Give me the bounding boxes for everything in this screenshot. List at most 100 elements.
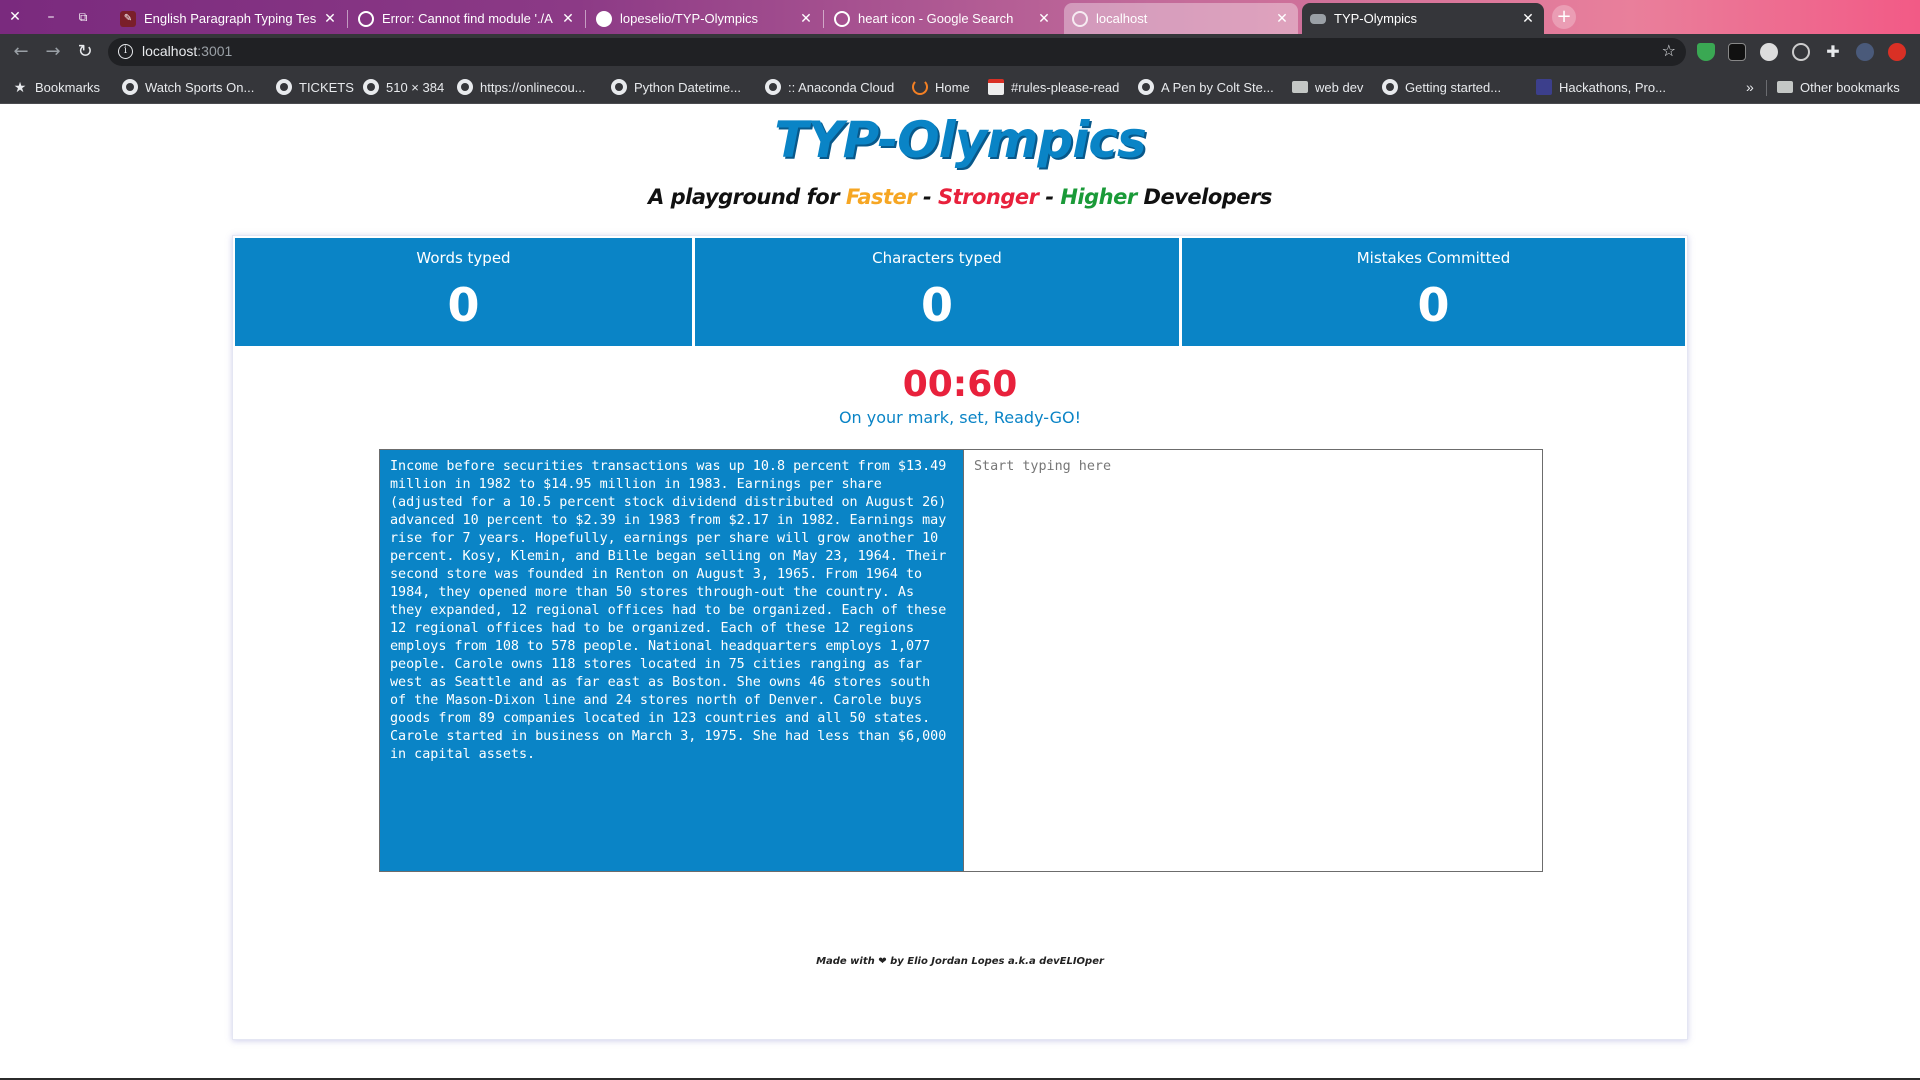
stats-row: Words typed 0 Characters typed 0 Mistake…	[235, 238, 1685, 346]
tab-close-icon[interactable]: ✕	[1520, 11, 1536, 27]
terminal-extension-icon[interactable]	[1728, 43, 1746, 61]
site-info-icon[interactable]: i	[118, 44, 133, 59]
target-extension-icon[interactable]	[1792, 43, 1810, 61]
tab-close-icon[interactable]: ✕	[560, 11, 576, 27]
browser-tab[interactable]: Error: Cannot find module './A ✕	[350, 3, 584, 34]
new-tab-plus-icon[interactable]: +	[1552, 5, 1576, 29]
stat-words-typed: Words typed 0	[235, 238, 692, 346]
tab-close-icon[interactable]: ✕	[798, 11, 814, 27]
bookmark-item[interactable]: ★ Bookmarks	[12, 78, 100, 96]
stat-mistakes-committed: Mistakes Committed 0	[1182, 238, 1685, 346]
bookmark-item[interactable]: web dev	[1292, 78, 1363, 96]
tab-title: TYP-Olympics	[1334, 11, 1418, 26]
bookmark-item[interactable]: Home	[912, 78, 970, 96]
puzzle-extensions-icon[interactable]: ✚	[1824, 43, 1842, 61]
tab-title: heart icon - Google Search	[858, 11, 1014, 26]
bookmark-item[interactable]: https://onlinecou...	[457, 78, 586, 96]
typing-input[interactable]	[963, 450, 1542, 871]
shield-extension-icon[interactable]	[1697, 43, 1715, 61]
app-title: TYP-Olympics	[774, 111, 1147, 169]
tab-close-icon[interactable]: ✕	[322, 11, 338, 27]
typ-favicon-icon	[1310, 13, 1326, 24]
tagline-suffix: Developers	[1136, 185, 1273, 209]
globe-icon	[1382, 79, 1398, 95]
source-paragraph: Income before securities transactions wa…	[380, 450, 963, 871]
bookmark-label: Watch Sports On...	[145, 79, 255, 95]
typing-card: Words typed 0 Characters typed 0 Mistake…	[232, 235, 1688, 1040]
bookmark-label: Python Datetime...	[634, 79, 741, 95]
stat-label: Words typed	[416, 249, 511, 267]
browser-toolbar: ← → ↻ i localhost:3001 ☆ ✚	[0, 34, 1920, 70]
bookmark-label: #rules-please-read	[1011, 79, 1120, 95]
tagline-higher: Higher	[1060, 185, 1137, 209]
window-minimize-icon[interactable]: –	[40, 6, 62, 28]
bookmarks-overflow-chevron-icon[interactable]: »	[1746, 78, 1754, 96]
bookmark-item[interactable]: A Pen by Colt Ste...	[1138, 78, 1274, 96]
other-bookmarks[interactable]: Other bookmarks	[1777, 78, 1900, 96]
url-host: localhost	[142, 43, 198, 59]
footer-suffix: by Elio Jordan Lopes a.k.a devELIOper	[886, 956, 1104, 967]
tagline: A playground for Faster - Stronger - Hig…	[0, 185, 1920, 209]
url-port: :3001	[197, 43, 233, 59]
footer-credit: Made with ❤ by Elio Jordan Lopes a.k.a d…	[0, 956, 1920, 967]
square-icon	[1536, 79, 1552, 95]
browser-tab[interactable]: heart icon - Google Search ✕	[826, 3, 1060, 34]
window-restore-icon[interactable]: ⧉	[72, 6, 94, 28]
circle-extension-icon[interactable]	[1760, 43, 1778, 61]
google-favicon-icon	[834, 10, 850, 27]
update-icon[interactable]	[1888, 43, 1906, 61]
browser-tab[interactable]: lopeselio/TYP-Olympics ✕	[588, 3, 822, 34]
browser-tab[interactable]: localhost ✕	[1064, 3, 1298, 34]
globe-icon	[611, 79, 627, 95]
footer-prefix: Made with	[816, 956, 879, 967]
bookmark-item[interactable]: #rules-please-read	[988, 78, 1119, 96]
bookmark-label: Bookmarks	[35, 79, 101, 95]
tab-close-icon[interactable]: ✕	[1274, 11, 1290, 27]
tagline-prefix: A playground for	[648, 185, 846, 209]
bookmark-item[interactable]: Hackathons, Pro...	[1536, 78, 1666, 96]
folder-icon	[1292, 81, 1308, 93]
bookmark-label: https://onlinecou...	[480, 79, 586, 95]
tab-title: Error: Cannot find module './A	[382, 11, 553, 26]
bookmark-item[interactable]: TICKETS	[276, 78, 354, 96]
bookmark-label: TICKETS	[299, 79, 354, 95]
stat-label: Characters typed	[872, 249, 1002, 267]
window-close-icon[interactable]: ✕	[4, 6, 26, 28]
tagline-stronger: Stronger	[937, 185, 1039, 209]
forward-arrow-icon[interactable]: →	[43, 42, 63, 62]
back-arrow-icon[interactable]: ←	[11, 42, 31, 62]
bookmark-item[interactable]: Getting started...	[1382, 78, 1501, 96]
bookmark-label: Home	[935, 79, 970, 95]
calendar-icon	[988, 79, 1004, 95]
bookmark-item[interactable]: 510 × 384	[363, 78, 444, 96]
star-icon: ★	[13, 79, 27, 95]
bookmarks-divider	[1766, 80, 1767, 96]
tab-title: lopeselio/TYP-Olympics	[620, 11, 758, 26]
tagline-faster: Faster	[845, 185, 917, 209]
bookmark-star-icon[interactable]: ☆	[1662, 41, 1676, 60]
tagline-separator: -	[1038, 185, 1061, 209]
reload-icon[interactable]: ↻	[75, 42, 95, 62]
bookmark-item[interactable]: :: Anaconda Cloud	[765, 78, 894, 96]
countdown-timer: 00:60	[902, 364, 1018, 405]
tagline-separator: -	[916, 185, 938, 209]
tab-title: localhost	[1096, 11, 1148, 26]
globe-icon	[765, 79, 781, 95]
bookmark-item[interactable]: Watch Sports On...	[122, 78, 254, 96]
globe-favicon-icon	[1072, 10, 1088, 27]
address-bar[interactable]: i localhost:3001 ☆	[108, 38, 1686, 66]
typing-test-favicon-icon: ✎	[120, 10, 136, 27]
typing-area: Income before securities transactions wa…	[379, 449, 1543, 872]
tab-close-icon[interactable]: ✕	[1036, 11, 1052, 27]
bookmark-label: 510 × 384	[386, 79, 445, 95]
bookmarks-bar: ★ Bookmarks Watch Sports On... TICKETS 51…	[0, 70, 1920, 104]
browser-tab[interactable]: ✎ English Paragraph Typing Tes ✕	[112, 3, 346, 34]
browser-tab-active[interactable]: TYP-Olympics ✕	[1302, 3, 1544, 34]
profile-avatar-icon[interactable]	[1856, 43, 1874, 61]
arc-icon	[912, 79, 928, 95]
globe-icon	[457, 79, 473, 95]
bookmark-item[interactable]: Python Datetime...	[611, 78, 741, 96]
globe-icon	[276, 79, 292, 95]
stat-value: 0	[1417, 278, 1450, 332]
bookmark-label: :: Anaconda Cloud	[788, 79, 895, 95]
